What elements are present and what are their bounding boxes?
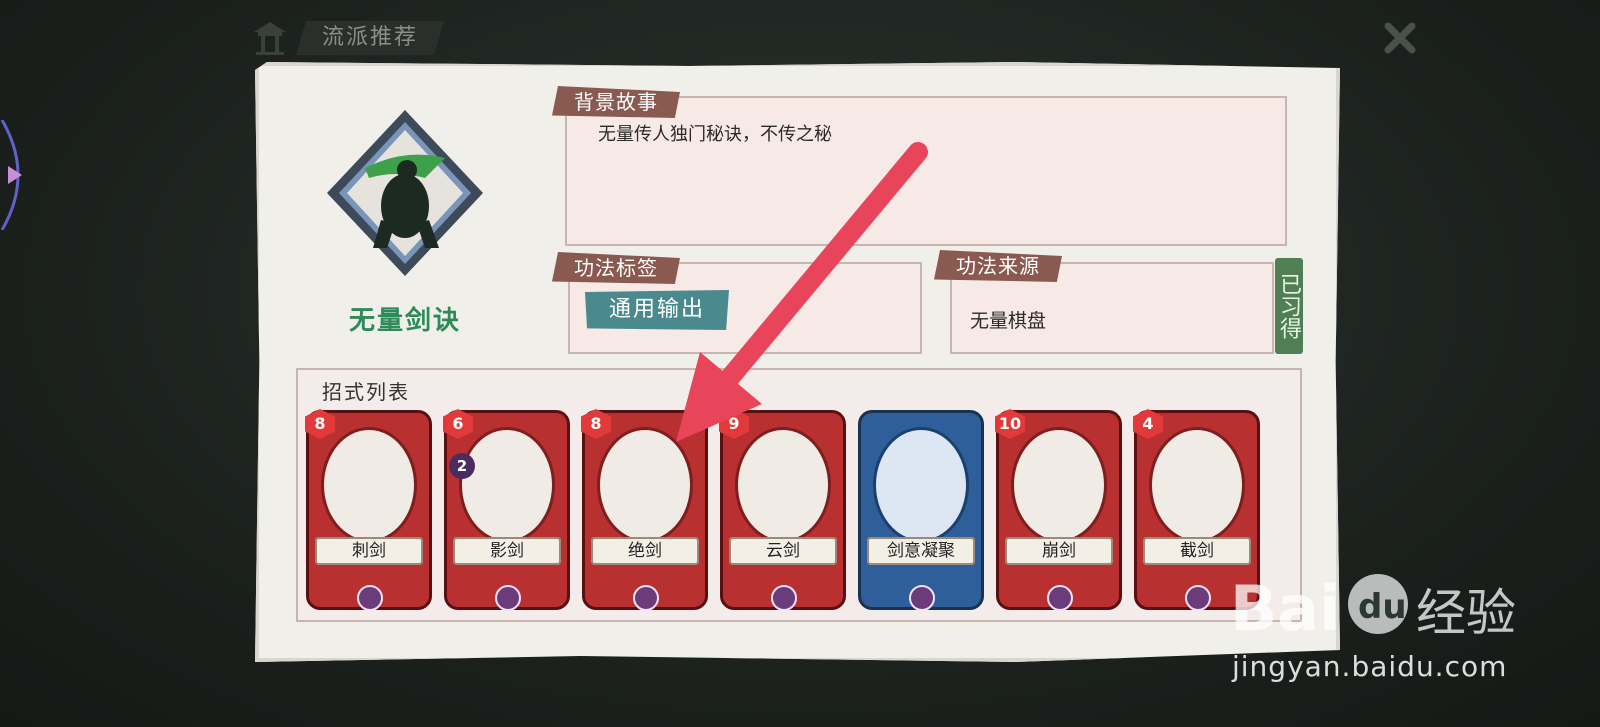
cost-badge: 8	[305, 409, 335, 439]
move-card-2[interactable]: 影剑 6 2	[443, 409, 570, 611]
sword-type-icon	[633, 585, 659, 611]
watermark-url: jingyan.baidu.com	[1232, 650, 1508, 683]
cost-badge: 9	[719, 409, 749, 439]
sword-type-icon	[1185, 585, 1211, 611]
top-bar: 流派推荐	[250, 18, 444, 58]
move-art	[1011, 427, 1107, 543]
move-art	[597, 427, 693, 543]
moves-list-label: 招式列表	[322, 380, 410, 404]
svg-text:du: du	[1358, 587, 1407, 627]
sword-type-icon	[495, 585, 521, 611]
tag-chip[interactable]: 通用输出	[585, 290, 729, 330]
move-card-3[interactable]: 绝剑 8	[581, 409, 708, 611]
buff-type-icon	[909, 585, 935, 611]
svg-text:经验: 经验	[1416, 584, 1516, 642]
cost-badge: 10	[995, 409, 1025, 439]
sword-type-icon	[1047, 585, 1073, 611]
background-story-text: 无量传人独门秘诀，不传之秘	[598, 124, 832, 145]
page-title: 流派推荐	[296, 21, 444, 55]
move-name: 剑意凝聚	[867, 537, 975, 565]
move-art	[321, 427, 417, 543]
sword-type-icon	[357, 585, 383, 611]
move-art	[873, 427, 969, 543]
move-card-6[interactable]: 崩剑 10	[995, 409, 1122, 611]
sword-type-icon	[771, 585, 797, 611]
background-story-box	[565, 96, 1287, 246]
move-card-4[interactable]: 云剑 9	[719, 409, 846, 611]
move-name: 影剑	[453, 537, 561, 565]
skill-emblem-icon	[327, 110, 483, 276]
move-card-5[interactable]: 剑意凝聚	[858, 410, 984, 611]
cost-badge: 8	[581, 409, 611, 439]
cost-badge: 4	[1133, 409, 1163, 439]
extra-count-badge: 2	[449, 453, 475, 479]
skill-source-text: 无量棋盘	[970, 310, 1047, 332]
move-name: 崩剑	[1005, 537, 1113, 565]
move-art	[459, 427, 555, 543]
move-art	[1149, 427, 1245, 543]
cost-badge: 6	[443, 409, 473, 439]
move-name: 云剑	[729, 537, 837, 565]
move-card-1[interactable]: 刺剑 8	[305, 409, 432, 611]
move-name: 绝剑	[591, 537, 699, 565]
svg-text:Bai: Bai	[1230, 572, 1340, 645]
pavilion-icon[interactable]	[250, 18, 290, 58]
move-art	[735, 427, 831, 543]
side-expand-icon[interactable]	[0, 120, 36, 230]
close-icon[interactable]	[1380, 18, 1420, 58]
skill-name: 无量剑诀	[348, 306, 461, 336]
move-name: 刺剑	[315, 537, 423, 565]
learned-badge: 已习得	[1275, 258, 1303, 354]
